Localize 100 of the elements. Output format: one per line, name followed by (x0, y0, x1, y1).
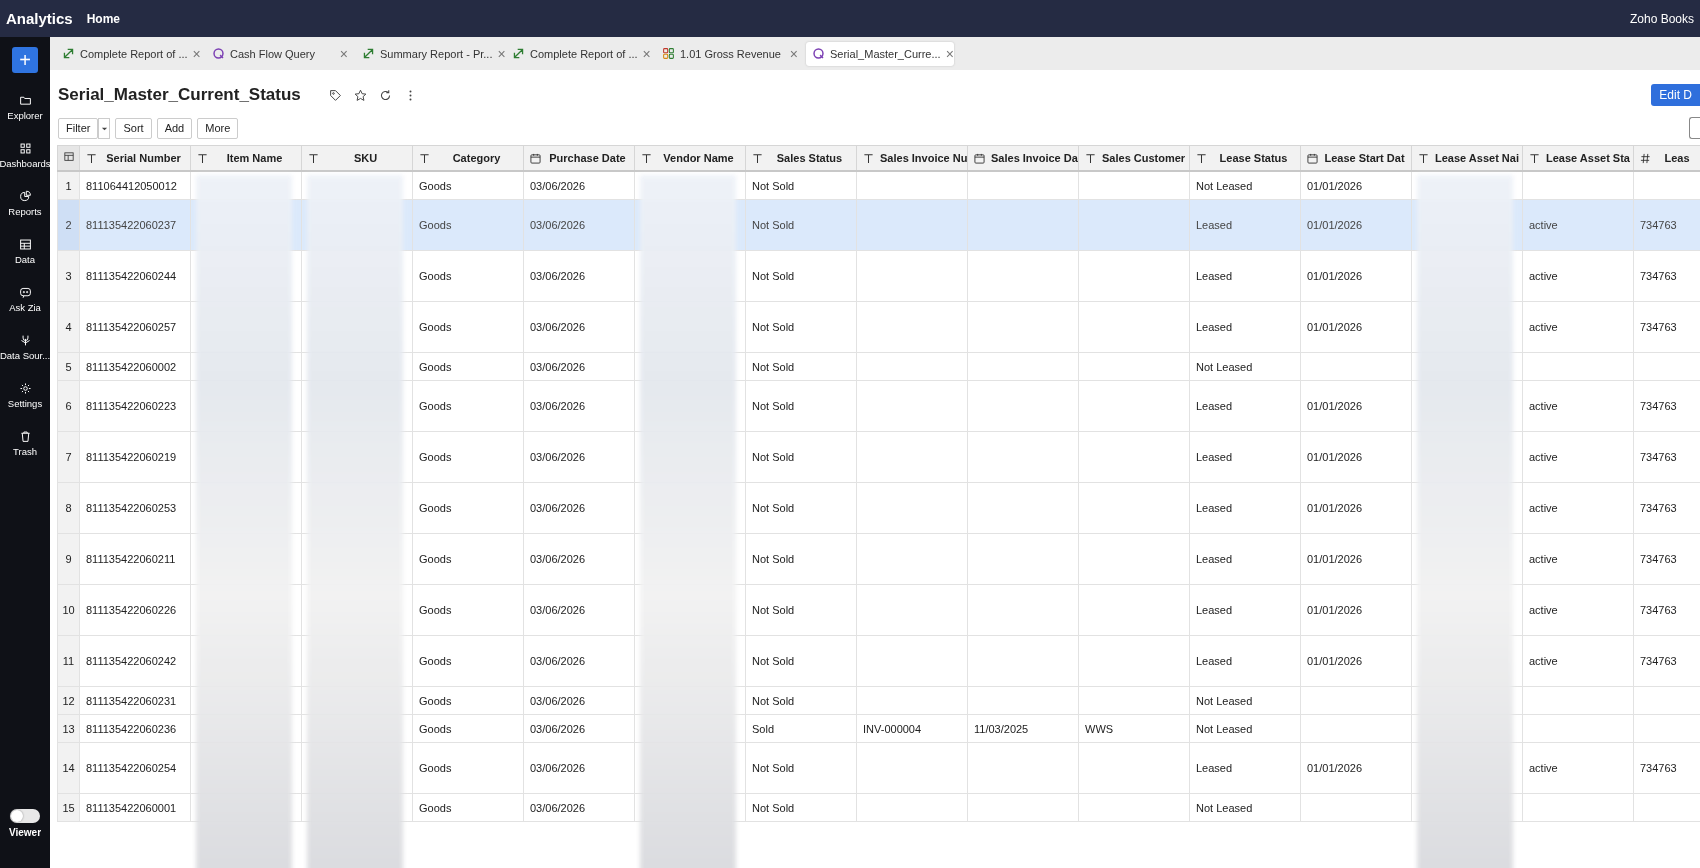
column-header[interactable]: Sales Customer (1078, 145, 1190, 171)
toolbar-button[interactable]: Add (156, 117, 193, 139)
toolbar-button[interactable]: Sort (115, 117, 152, 139)
table-cell: 811135422060001 (79, 793, 191, 822)
sidebar-item[interactable]: Data Sour... (0, 323, 50, 371)
calendar-icon (974, 152, 985, 164)
tab[interactable]: Summary Report - Pr... × (356, 41, 504, 66)
table-cell: 03/06/2026 (523, 171, 635, 200)
table-cell: active (1522, 742, 1634, 794)
tag-icon[interactable] (328, 88, 342, 102)
close-tab-button[interactable]: × (339, 45, 348, 62)
filter-button[interactable]: Filter (58, 117, 99, 139)
table-cell: Goods (412, 431, 524, 483)
sidebar-item[interactable]: Dashboards (0, 131, 50, 179)
column-header[interactable]: Lease Asset Sta (1522, 145, 1634, 171)
column-header[interactable]: Sales Status (745, 145, 857, 171)
viewer-toggle[interactable]: Viewer (8, 809, 42, 838)
star-icon[interactable] (353, 88, 367, 102)
tab[interactable]: Serial_Master_Curre... × (806, 41, 954, 66)
table-cell: Leased (1189, 533, 1301, 585)
column-header[interactable]: Category (412, 145, 524, 171)
column-header[interactable]: Sales Invoice Da (967, 145, 1079, 171)
column-header[interactable]: SKU (301, 145, 413, 171)
sidebar-item[interactable]: Reports (0, 179, 50, 227)
table-cell: Not Sold (745, 301, 857, 353)
column-header[interactable]: Sales Invoice Nu (856, 145, 968, 171)
table-cell: 811135422060211 (79, 533, 191, 585)
table-cell: 811135422060231 (79, 686, 191, 715)
number-type-icon (1640, 152, 1651, 164)
row-number: 11 (57, 635, 80, 687)
table-cell: Not Leased (1189, 352, 1301, 381)
row-number: 6 (57, 380, 80, 432)
home-link[interactable]: Home (86, 11, 121, 26)
sidebar-item[interactable]: Data (0, 227, 50, 275)
trash-icon (18, 429, 32, 443)
tab[interactable]: Complete Report of ... × (506, 41, 654, 66)
plug-icon (18, 333, 32, 347)
column-header[interactable]: Vendor Name (634, 145, 746, 171)
refresh-icon[interactable] (378, 88, 392, 102)
diagonal-arrow-icon (62, 47, 75, 60)
close-tab-button[interactable]: × (945, 45, 954, 62)
table-cell: 811135422060219 (79, 431, 191, 483)
settings-icon (18, 381, 32, 395)
column-header[interactable]: Lease Status (1189, 145, 1301, 171)
edit-button[interactable]: Edit D (1651, 84, 1700, 106)
table-cell: Not Sold (745, 533, 857, 585)
column-header[interactable]: Serial Number (79, 145, 191, 171)
grid-icon (18, 141, 32, 155)
column-header[interactable]: Leas (1633, 145, 1700, 171)
sidebar-item[interactable]: Trash (0, 419, 50, 467)
table-cell: 811135422060223 (79, 380, 191, 432)
row-number: 1 (57, 171, 80, 200)
sidebar-item[interactable]: Ask Zia (0, 275, 50, 323)
table-cell: Goods (412, 533, 524, 585)
tab[interactable]: Complete Report of ... × (56, 41, 204, 66)
table-cell: Leased (1189, 742, 1301, 794)
close-tab-button[interactable]: × (642, 45, 651, 62)
table-cell: 03/06/2026 (523, 742, 635, 794)
table-cell: 03/06/2026 (523, 714, 635, 743)
table-cell: Goods (412, 482, 524, 534)
column-header[interactable]: Lease Asset Nai (1411, 145, 1523, 171)
tab[interactable]: 1.01 Gross Revenue × (656, 41, 804, 66)
table-cell: 01/01/2026 (1300, 199, 1412, 251)
table-cell: active (1522, 635, 1634, 687)
table-cell: Not Sold (745, 380, 857, 432)
close-tab-button[interactable]: × (192, 45, 201, 62)
table-cell: Not Sold (745, 482, 857, 534)
org-name[interactable]: Zoho Books (1629, 11, 1694, 26)
table-cell: 811135422060244 (79, 250, 191, 302)
table-cell: Goods (412, 714, 524, 743)
table-cell: Not Sold (745, 171, 857, 200)
new-button[interactable]: + (12, 47, 38, 73)
table-cell: 01/01/2026 (1300, 482, 1412, 534)
table-cell: 11/03/2025 (967, 714, 1079, 743)
table-cell: Goods (412, 171, 524, 200)
sidebar-item[interactable]: Settings (0, 371, 50, 419)
view-option-button[interactable] (1689, 117, 1700, 139)
table-cell: 03/06/2026 (523, 533, 635, 585)
diagonal-arrow-icon (512, 47, 525, 60)
row-number: 9 (57, 533, 80, 585)
toolbar-button[interactable]: More (197, 117, 239, 139)
column-header[interactable]: Item Name (190, 145, 302, 171)
column-header[interactable]: Purchase Date (523, 145, 635, 171)
table-cell: 03/06/2026 (523, 199, 635, 251)
row-settings-header[interactable] (57, 145, 80, 171)
table-cell: Not Leased (1189, 171, 1301, 200)
calendar-icon (1307, 152, 1318, 164)
close-tab-button[interactable]: × (789, 45, 798, 62)
table-cell: Leased (1189, 199, 1301, 251)
app-name: Analytics (6, 10, 73, 27)
tab[interactable]: Cash Flow Query × (206, 41, 354, 66)
table-cell: Goods (412, 352, 524, 381)
table-cell: Not Leased (1189, 793, 1301, 822)
table-cell: Not Sold (745, 250, 857, 302)
close-tab-button[interactable]: × (497, 45, 506, 62)
sidebar-item[interactable]: Explorer (0, 83, 50, 131)
row-number: 12 (57, 686, 80, 715)
table-cell: Goods (412, 250, 524, 302)
column-header[interactable]: Lease Start Dat (1300, 145, 1412, 171)
text-type-icon (197, 152, 208, 164)
